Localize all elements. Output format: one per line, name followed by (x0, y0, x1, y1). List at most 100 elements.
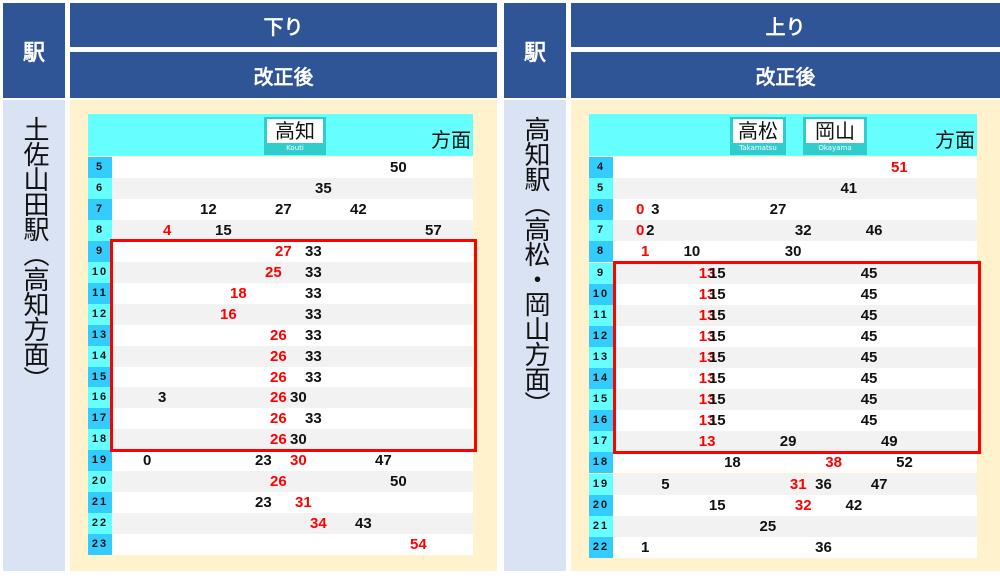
departure-minute: 43 (355, 515, 372, 533)
departure-minute-red: 38 (825, 454, 842, 472)
table-row: 5 50 (88, 157, 473, 178)
hour-cell: 17 (589, 431, 613, 453)
departure-minute: 18 (724, 454, 741, 472)
table-row: 17 26 33 (88, 408, 473, 430)
hour-cell: 17 (88, 408, 112, 430)
table-row: 15 26 33 (88, 366, 473, 388)
minutes-cell: 0 3 27 (613, 199, 977, 221)
hour-cell: 9 (589, 262, 613, 284)
departure-minute-red: 31 (789, 475, 807, 493)
minutes-cell: 26 33 (112, 408, 473, 430)
direction-label: 方面 (431, 128, 471, 152)
table-row: 14 13 15 45 (589, 368, 977, 389)
departure-minute-red: 26 (270, 410, 287, 428)
departure-minute: 15 (708, 370, 726, 387)
hour-cell: 10 (88, 261, 112, 283)
table-row: 21 25 (589, 515, 977, 537)
hour-cell: 19 (88, 450, 112, 472)
table-row: 7 0 2 32 46 (589, 220, 977, 242)
hour-cell: 12 (88, 303, 112, 325)
departure-minute: 5 (661, 475, 670, 493)
revision-header: 改正後 (70, 52, 497, 98)
minutes-cell: 35 (112, 177, 473, 199)
departure-minute-red: 25 (265, 263, 282, 281)
departure-minute: 30 (290, 389, 307, 407)
table-row: 8 1 10 30 (589, 241, 977, 263)
departure-minute-red: 26 (270, 368, 287, 386)
minutes-cell: 13 15 45 (613, 262, 977, 284)
table-row: 18 18 38 52 (589, 452, 977, 474)
departure-minute: 50 (390, 159, 407, 176)
hour-cell: 11 (589, 304, 613, 326)
departure-minute: 30 (784, 243, 802, 261)
table-row: 19 5 31 36 47 (589, 473, 977, 495)
hour-cell: 18 (88, 429, 112, 451)
departure-minute-red: 31 (295, 494, 312, 512)
table-row: 5 41 (589, 178, 977, 200)
hour-cell: 18 (589, 452, 613, 474)
table-row: 17 13 29 49 (589, 431, 977, 453)
hour-cell: 21 (88, 492, 112, 514)
table-row: 13 26 33 (88, 324, 473, 346)
departure-minute: 36 (815, 475, 832, 493)
table-row: 20 26 50 (88, 471, 473, 493)
departure-minute: 15 (708, 306, 726, 324)
minutes-cell: 51 (613, 157, 977, 178)
departure-minute-red: 0 (636, 201, 645, 219)
timetable-header: 高松 Takamatsu 岡山 Okayama 方面 (589, 114, 977, 156)
departure-minute-red: 0 (636, 222, 645, 240)
departure-minute: 3 (158, 389, 167, 407)
departure-minute: 0 (143, 452, 152, 470)
departure-minute: 15 (708, 391, 726, 409)
minutes-cell: 26 50 (112, 471, 473, 493)
minutes-cell: 13 15 45 (613, 304, 977, 326)
departure-minute: 15 (215, 221, 232, 239)
departure-minute: 57 (425, 221, 442, 239)
departure-minute: 36 (815, 538, 832, 556)
revision-header: 改正後 (571, 52, 1000, 98)
table-row: 22 34 43 (88, 513, 473, 535)
hour-cell: 4 (589, 157, 613, 178)
departure-minute: 33 (305, 347, 322, 365)
hour-cell: 23 (88, 534, 112, 556)
departure-minute: 42 (845, 496, 863, 514)
hour-cell: 14 (88, 345, 112, 367)
table-row: 23 54 (88, 534, 473, 556)
hour-cell: 14 (589, 368, 613, 389)
hour-cell: 21 (589, 515, 613, 537)
departure-minute: 45 (860, 306, 878, 324)
hour-cell: 15 (88, 366, 112, 388)
station-header: 駅 (3, 3, 65, 98)
table-row: 9 27 33 (88, 240, 473, 262)
direction-header: 上り (571, 3, 1000, 47)
departure-minute: 33 (305, 410, 322, 428)
minutes-cell: 13 29 49 (613, 431, 977, 453)
departure-minute: 46 (865, 222, 883, 240)
hour-cell: 19 (589, 473, 613, 495)
departure-minute-red: 32 (794, 496, 812, 514)
minutes-cell: 16 33 (112, 303, 473, 325)
departure-minute: 49 (880, 433, 898, 451)
departure-minute: 15 (708, 285, 726, 303)
panel-down: 駅 下り 改正後 土佐山田駅（高知方面） 高知 Kouti 方面 5 50 6 35 7… (0, 0, 497, 576)
departure-minute: 15 (708, 412, 726, 430)
table-row: 16 3 26 30 (88, 387, 473, 409)
minutes-cell: 18 38 52 (613, 452, 977, 474)
table-row: 13 13 15 45 (589, 346, 977, 368)
hour-cell: 16 (589, 410, 613, 432)
departure-minute: 42 (350, 200, 367, 218)
departure-minute: 33 (305, 326, 322, 344)
station-column: 土佐山田駅（高知方面） (3, 100, 65, 571)
minutes-cell: 0 23 30 47 (112, 450, 473, 472)
table-row: 9 13 15 45 (589, 262, 977, 284)
table-row: 22 1 36 (589, 536, 977, 558)
departure-minute: 15 (708, 348, 726, 366)
minutes-cell: 26 33 (112, 366, 473, 388)
minutes-cell: 15 32 42 (613, 494, 977, 516)
table-row: 16 13 15 45 (589, 410, 977, 432)
departure-minute-red: 18 (230, 284, 247, 302)
departure-minute-red: 26 (270, 473, 287, 491)
destination-romaji: Okayama (818, 144, 852, 152)
direction-header: 下り (70, 3, 497, 47)
departure-minute: 15 (708, 496, 726, 514)
